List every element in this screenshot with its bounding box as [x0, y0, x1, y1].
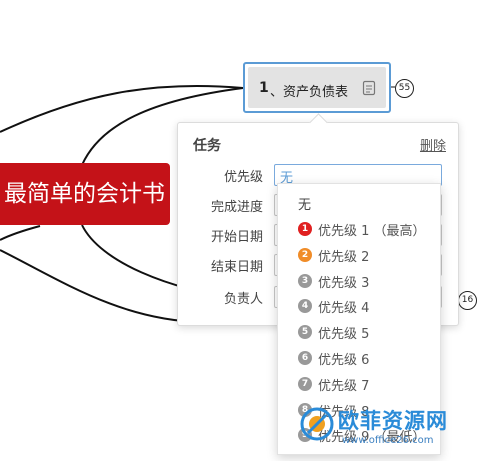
- priority-option-label: 优先级 6: [318, 353, 370, 368]
- subtopic-count-badge-2[interactable]: 16: [458, 291, 477, 310]
- priority-badge-icon: 5: [298, 325, 312, 340]
- priority-option-label: 优先级 1 （最高）: [318, 224, 426, 239]
- watermark-url: www.office26.com: [342, 435, 434, 446]
- priority-option-label: 优先级 3: [318, 275, 370, 291]
- central-topic[interactable]: 最简单的会计书: [0, 163, 170, 225]
- priority-option-2[interactable]: 2 优先级 2: [278, 242, 440, 268]
- priority-option-3[interactable]: 3 优先级 3: [278, 268, 440, 294]
- progress-label: 完成进度: [210, 200, 263, 215]
- priority-option-7[interactable]: 7 优先级 7: [278, 371, 440, 397]
- delete-task-button[interactable]: 删除: [420, 135, 446, 154]
- priority-label: 优先级: [223, 170, 263, 185]
- selected-topic-node[interactable]: 1 、资产负债表: [243, 62, 391, 113]
- watermark-title: 欧菲资源网: [338, 409, 448, 433]
- priority-option-1[interactable]: 1 优先级 1 （最高）: [278, 216, 440, 242]
- priority-option-label: 优先级 7: [318, 378, 370, 394]
- topic-number: 1: [259, 80, 269, 96]
- end-date-label: 结束日期: [210, 260, 263, 275]
- subtopic-count-badge[interactable]: 55: [395, 79, 414, 98]
- priority-option-4[interactable]: 4 优先级 4: [278, 293, 440, 319]
- priority-badge-icon: 7: [298, 376, 312, 391]
- task-panel-title: 任务: [193, 138, 221, 154]
- priority-option-none[interactable]: 无: [278, 190, 440, 216]
- priority-badge-icon: 3: [298, 273, 312, 288]
- priority-badge-icon: 2: [298, 247, 312, 262]
- priority-option-label: 无: [298, 198, 312, 213]
- assignee-label: 负责人: [223, 292, 263, 307]
- central-topic-label: 最简单的会计书: [4, 181, 165, 207]
- priority-option-label: 优先级 5: [318, 327, 370, 343]
- priority-option-label: 优先级 4: [318, 301, 370, 317]
- priority-option-6[interactable]: 6 优先级 6: [278, 345, 440, 371]
- topic-label: 、资产负债表: [270, 85, 349, 100]
- priority-badge-icon: 1: [298, 222, 312, 236]
- watermark-logo-icon: [300, 407, 334, 441]
- priority-option-label: 优先级 2: [318, 249, 370, 265]
- priority-badge-icon: 6: [298, 351, 312, 365]
- priority-option-5[interactable]: 5 优先级 5: [278, 319, 440, 345]
- watermark: 欧菲资源网 www.office26.com: [298, 403, 498, 461]
- note-icon[interactable]: [362, 80, 376, 96]
- start-date-label: 开始日期: [210, 230, 263, 245]
- priority-badge-icon: 4: [298, 299, 312, 314]
